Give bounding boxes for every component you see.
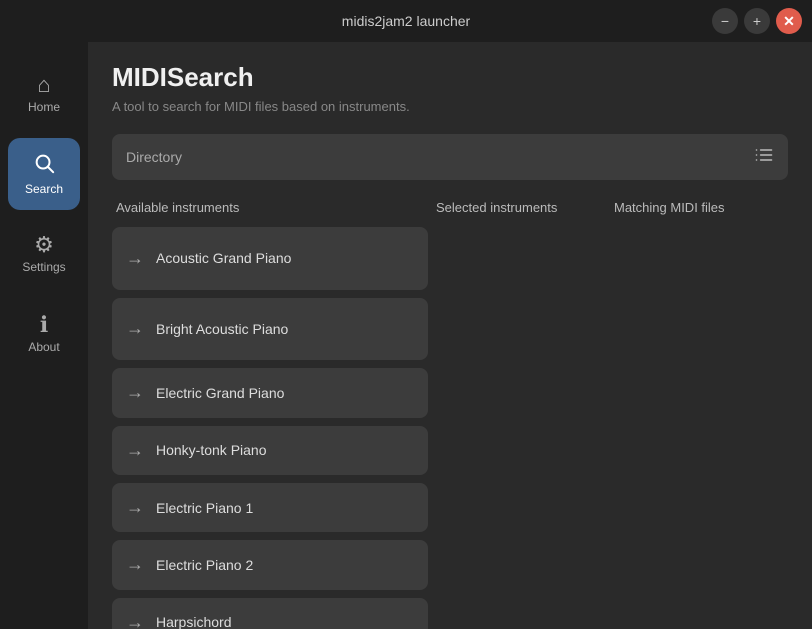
instrument-name: Electric Piano 2 — [156, 557, 253, 573]
instrument-name: Electric Grand Piano — [156, 385, 284, 401]
maximize-button[interactable]: + — [744, 8, 770, 34]
available-instruments-column: Available instruments → Acoustic Grand P… — [112, 200, 432, 629]
matching-midi-header: Matching MIDI files — [610, 200, 788, 215]
app-body: ⌂ Home Search ⚙ Settings ℹ About MIDISea… — [0, 42, 812, 629]
sidebar-item-home[interactable]: ⌂ Home — [8, 58, 80, 130]
list-item[interactable]: → Honky-tonk Piano — [112, 426, 428, 475]
arrow-right-icon: → — [126, 612, 144, 629]
sidebar-item-settings[interactable]: ⚙ Settings — [8, 218, 80, 290]
list-item[interactable]: → Acoustic Grand Piano — [112, 227, 428, 290]
sidebar-item-about[interactable]: ℹ About — [8, 298, 80, 370]
close-button[interactable]: ✕ — [776, 8, 802, 34]
settings-icon: ⚙ — [34, 234, 54, 256]
titlebar: midis2jam2 launcher − + ✕ — [0, 0, 812, 42]
sidebar-item-search[interactable]: Search — [8, 138, 80, 210]
selected-instruments-header: Selected instruments — [432, 200, 610, 215]
columns-layout: Available instruments → Acoustic Grand P… — [112, 200, 788, 629]
search-icon — [33, 152, 55, 178]
list-item[interactable]: → Electric Piano 2 — [112, 540, 428, 589]
home-icon: ⌂ — [37, 74, 50, 96]
instrument-name: Honky-tonk Piano — [156, 442, 267, 458]
instrument-name: Electric Piano 1 — [156, 500, 253, 516]
arrow-right-icon: → — [126, 554, 144, 575]
matching-midi-column: Matching MIDI files — [610, 200, 788, 629]
arrow-right-icon: → — [126, 318, 144, 339]
list-item[interactable]: → Electric Grand Piano — [112, 368, 428, 417]
titlebar-title: midis2jam2 launcher — [342, 13, 470, 29]
directory-label: Directory — [126, 149, 182, 165]
instrument-name: Acoustic Grand Piano — [156, 250, 291, 266]
directory-bar[interactable]: Directory — [112, 134, 788, 180]
arrow-right-icon: → — [126, 248, 144, 269]
list-item[interactable]: → Bright Acoustic Piano — [112, 298, 428, 361]
sidebar: ⌂ Home Search ⚙ Settings ℹ About — [0, 42, 88, 629]
list-item[interactable]: → Electric Piano 1 — [112, 483, 428, 532]
list-item[interactable]: → Harpsichord — [112, 598, 428, 629]
titlebar-controls: − + ✕ — [712, 8, 802, 34]
main-content: MIDISearch A tool to search for MIDI fil… — [88, 42, 812, 629]
instrument-name: Bright Acoustic Piano — [156, 321, 288, 337]
directory-list-icon — [754, 145, 774, 170]
about-icon: ℹ — [40, 314, 48, 336]
page-title: MIDISearch — [112, 62, 788, 93]
selected-instruments-column: Selected instruments — [432, 200, 610, 629]
minimize-button[interactable]: − — [712, 8, 738, 34]
sidebar-item-label-settings: Settings — [22, 260, 65, 274]
sidebar-item-label-search: Search — [25, 182, 63, 196]
instruments-list: → Acoustic Grand Piano → Bright Acoustic… — [112, 227, 432, 629]
arrow-right-icon: → — [126, 382, 144, 403]
available-instruments-header: Available instruments — [112, 200, 432, 215]
arrow-right-icon: → — [126, 497, 144, 518]
instrument-name: Harpsichord — [156, 614, 231, 629]
sidebar-item-label-home: Home — [28, 100, 60, 114]
sidebar-item-label-about: About — [28, 340, 59, 354]
arrow-right-icon: → — [126, 440, 144, 461]
page-subtitle: A tool to search for MIDI files based on… — [112, 99, 788, 114]
